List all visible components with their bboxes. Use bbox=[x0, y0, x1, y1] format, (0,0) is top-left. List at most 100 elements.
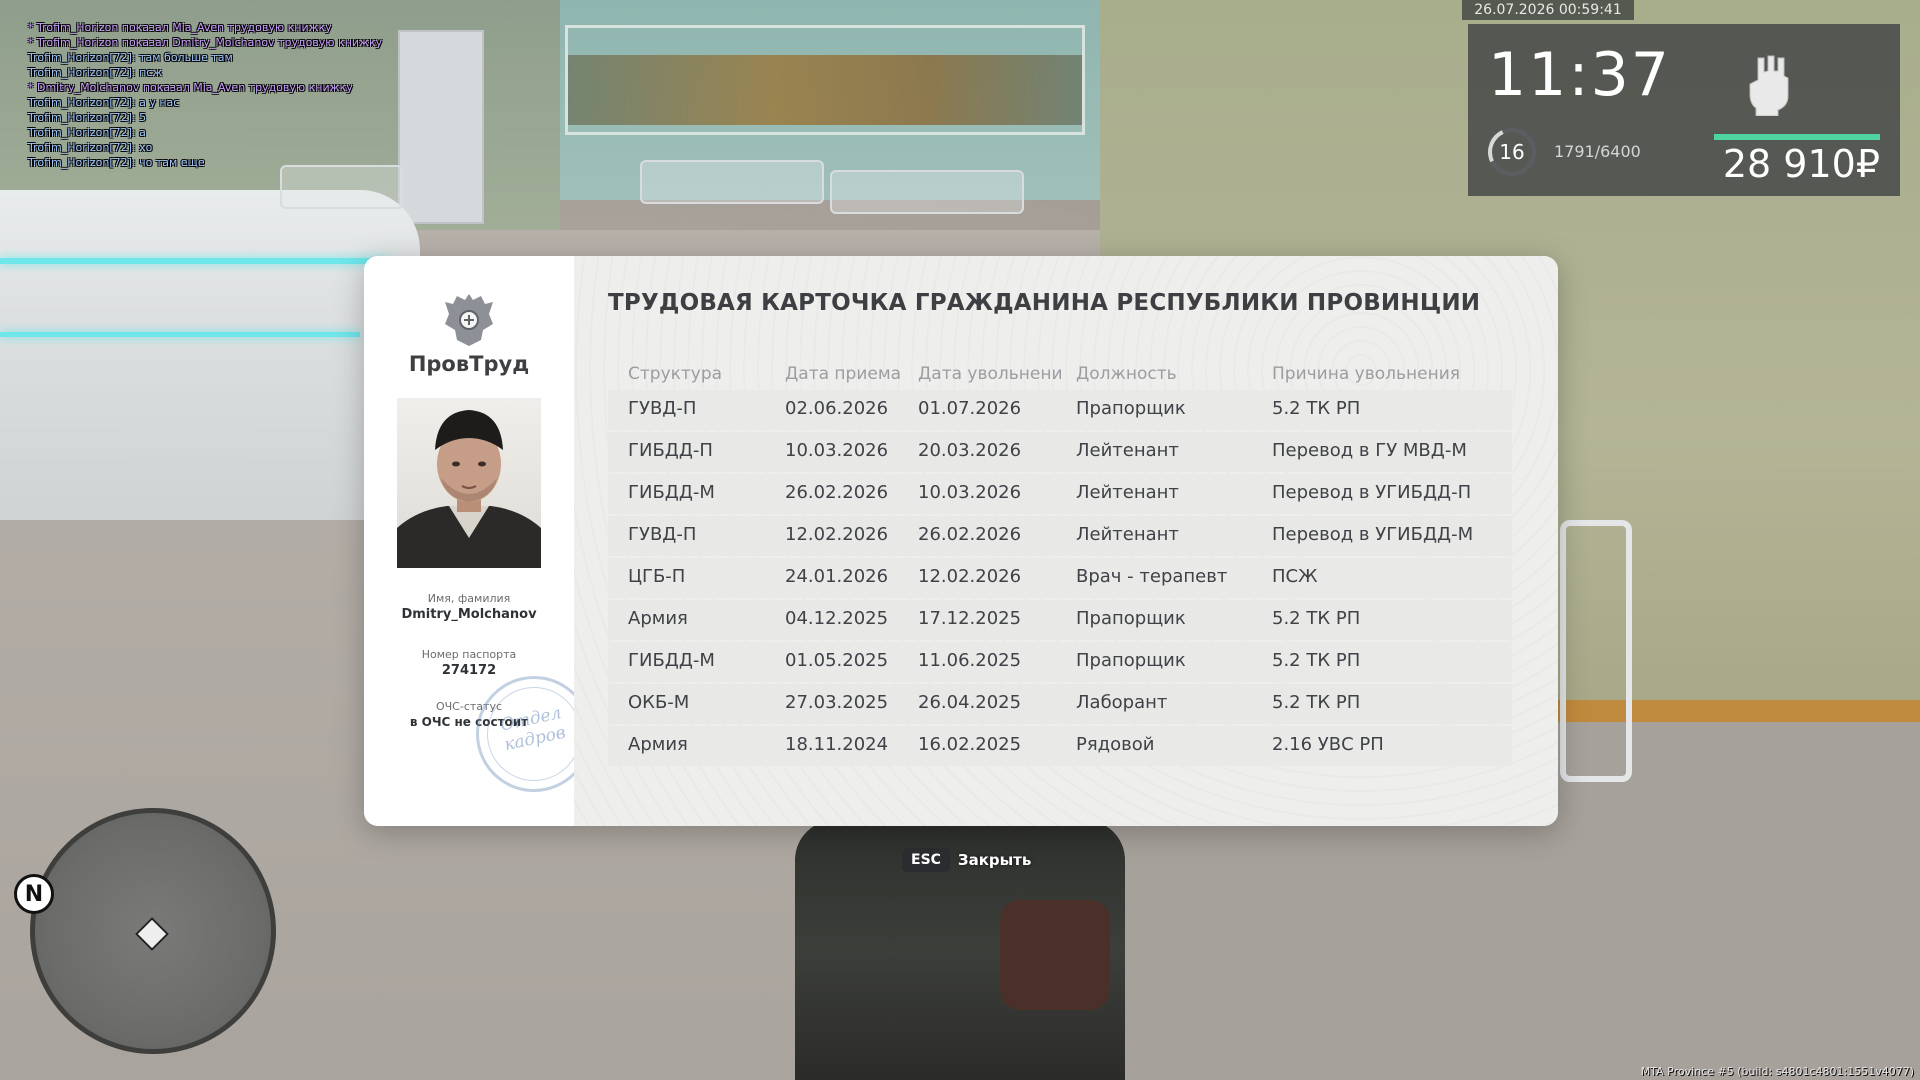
table-cell: Рядовой bbox=[1076, 734, 1155, 755]
scene-npc-boots bbox=[1000, 900, 1110, 1010]
table-row: ГИБДД-П 10.03.2026 20.03.2026 Лейтенант Пере… bbox=[608, 432, 1512, 472]
table-row: ОКБ-М 27.03.2025 26.04.2025 Лаборант 5.2 ТК … bbox=[608, 684, 1512, 724]
table-cell: 20.03.2026 bbox=[918, 440, 1022, 461]
table-cell: 2.16 УВС РП bbox=[1272, 734, 1384, 755]
level-number: 16 bbox=[1499, 140, 1525, 164]
scene-bench bbox=[640, 160, 824, 204]
table-cell: Прапорщик bbox=[1076, 608, 1186, 629]
table-row: Армия 18.11.2024 16.02.2025 Рядовой 2.16 УВС… bbox=[608, 726, 1512, 766]
datetime-display: 26.07.2026 00:59:41 bbox=[1462, 0, 1634, 20]
table-cell: 01.05.2025 bbox=[785, 650, 889, 671]
chat-log: * Trofim_Horizon показал Mia_Aven трудов… bbox=[28, 20, 382, 170]
table-cell: 10.03.2026 bbox=[785, 440, 889, 461]
health-bar bbox=[1714, 134, 1880, 140]
employment-table: Структура Дата приема Дата увольнени Дол… bbox=[608, 360, 1512, 768]
table-cell: 10.03.2026 bbox=[918, 482, 1022, 503]
coat-of-arms-icon bbox=[445, 294, 493, 346]
column-header: Дата приема bbox=[785, 364, 902, 384]
table-cell: 5.2 ТК РП bbox=[1272, 398, 1361, 419]
fist-icon bbox=[1749, 55, 1789, 116]
table-cell: ПСЖ bbox=[1272, 566, 1318, 587]
close-button[interactable]: Закрыть bbox=[958, 851, 1031, 869]
table-cell: 27.03.2025 bbox=[785, 692, 889, 713]
scene-light-stripe bbox=[0, 258, 390, 264]
table-cell: ГИБДД-М bbox=[628, 482, 715, 503]
table-cell: ГИБДД-М bbox=[628, 650, 715, 671]
chat-message: Trofim_Horizon[72]: а у нас bbox=[28, 96, 180, 109]
table-cell: 26.02.2026 bbox=[785, 482, 889, 503]
chat-message: Trofim_Horizon[72]: хо bbox=[28, 141, 153, 154]
column-header: Структура bbox=[628, 364, 723, 384]
table-cell: ЦГБ-П bbox=[628, 566, 686, 587]
table-cell: 12.02.2026 bbox=[785, 524, 889, 545]
chat-message: Trofim_Horizon[72]: 5 bbox=[28, 111, 147, 124]
hud-panel: 11:37 16 1791/6400 28 910₽ bbox=[1468, 24, 1900, 196]
table-cell: ОКБ-М bbox=[628, 692, 690, 713]
north-compass-icon: N bbox=[14, 874, 54, 914]
portrait-image bbox=[397, 410, 541, 568]
table-cell: ГИБДД-П bbox=[628, 440, 713, 461]
chat-message: * Trofim_Horizon показал Dmitry_Molchano… bbox=[28, 36, 383, 49]
scene-reception-desk bbox=[0, 190, 420, 520]
table-cell: 26.04.2025 bbox=[918, 692, 1022, 713]
table-cell: ГУВД-П bbox=[628, 524, 697, 545]
scene-bench bbox=[280, 165, 404, 209]
table-cell: 18.11.2024 bbox=[785, 734, 889, 755]
table-row: ГУВД-П 02.06.2026 01.07.2026 Прапорщик 5.2 Т… bbox=[608, 390, 1512, 430]
table-cell: 5.2 ТК РП bbox=[1272, 608, 1361, 629]
scene-door bbox=[398, 30, 484, 224]
table-cell: Перевод в ГУ МВД-М bbox=[1272, 440, 1467, 461]
health-bar-fill bbox=[1714, 134, 1880, 140]
scene-window-frame bbox=[565, 25, 1085, 135]
table-cell: Перевод в УГИБДД-М bbox=[1272, 524, 1474, 545]
table-cell: 16.02.2025 bbox=[918, 734, 1022, 755]
table-cell: 04.12.2025 bbox=[785, 608, 889, 629]
card-sidebar: ПровТруд Имя, фамилия Dmitry_Molchanov Н… bbox=[364, 256, 603, 826]
chat-message: Trofim_Horizon[72]: а bbox=[28, 126, 146, 139]
table-cell: 17.12.2025 bbox=[918, 608, 1022, 629]
scene-light-stripe bbox=[0, 332, 360, 337]
table-cell: Лаборант bbox=[1076, 692, 1168, 713]
table-cell: Армия bbox=[628, 734, 688, 755]
table-cell: 5.2 ТК РП bbox=[1272, 650, 1361, 671]
table-row: Армия 04.12.2025 17.12.2025 Прапорщик 5.2 ТК… bbox=[608, 600, 1512, 640]
name-label: Имя, фамилия bbox=[427, 592, 511, 605]
table-cell: 11.06.2025 bbox=[918, 650, 1022, 671]
org-name: ПровТруд bbox=[408, 352, 530, 376]
table-cell: 26.02.2026 bbox=[918, 524, 1022, 545]
xp-counter: 1791/6400 bbox=[1554, 142, 1641, 161]
money-display: 28 910₽ bbox=[1722, 142, 1880, 186]
table-row: ГИБДД-М 01.05.2025 11.06.2025 Прапорщик 5.2 … bbox=[608, 642, 1512, 682]
scene-chair bbox=[1560, 520, 1632, 782]
table-cell: Лейтенант bbox=[1076, 482, 1179, 503]
table-cell: 12.02.2026 bbox=[918, 566, 1022, 587]
name-value: Dmitry_Molchanov bbox=[401, 607, 537, 622]
citizen-photo bbox=[397, 398, 541, 568]
labor-card-dialog: ПровТруд Имя, фамилия Dmitry_Molchanov Н… bbox=[364, 256, 1558, 826]
passport-label: Номер паспорта bbox=[421, 648, 517, 661]
column-header: Дата увольнени bbox=[918, 364, 1063, 384]
table-cell: Армия bbox=[628, 608, 688, 629]
table-cell: ГУВД-П bbox=[628, 398, 697, 419]
chat-message: Trofim_Horizon[72]: чо там еще bbox=[28, 156, 205, 169]
card-title: ТРУДОВАЯ КАРТОЧКА ГРАЖДАНИНА РЕСПУБЛИКИ … bbox=[608, 290, 1481, 316]
table-cell: 24.01.2026 bbox=[785, 566, 889, 587]
scene-bench bbox=[830, 170, 1024, 214]
clock: 11:37 bbox=[1488, 40, 1671, 110]
close-hint[interactable]: ESC Закрыть bbox=[902, 848, 1031, 872]
table-cell: 02.06.2026 bbox=[785, 398, 889, 419]
table-row: ЦГБ-П 24.01.2026 12.02.2026 Врач - терапевт… bbox=[608, 558, 1512, 598]
level-ring: 16 bbox=[1481, 121, 1543, 183]
column-header: Должность bbox=[1076, 364, 1177, 384]
table-row: ГУВД-П 12.02.2026 26.02.2026 Лейтенант Перев… bbox=[608, 516, 1512, 556]
table-cell: Прапорщик bbox=[1076, 650, 1186, 671]
chat-message: * Trofim_Horizon показал Mia_Aven трудов… bbox=[28, 21, 332, 34]
table-cell: Перевод в УГИБДД-П bbox=[1272, 482, 1472, 503]
table-row: ГИБДД-М 26.02.2026 10.03.2026 Лейтенант Пере… bbox=[608, 474, 1512, 514]
table-cell: Лейтенант bbox=[1076, 524, 1179, 545]
build-info: MTA Province #5 (build: s4801c4801:1551v… bbox=[1640, 1065, 1914, 1078]
esc-key-badge[interactable]: ESC bbox=[902, 848, 950, 872]
table-cell: 5.2 ТК РП bbox=[1272, 692, 1361, 713]
chat-message: Trofim_Horizon[72]: там больше там bbox=[28, 51, 233, 64]
table-cell: Лейтенант bbox=[1076, 440, 1179, 461]
